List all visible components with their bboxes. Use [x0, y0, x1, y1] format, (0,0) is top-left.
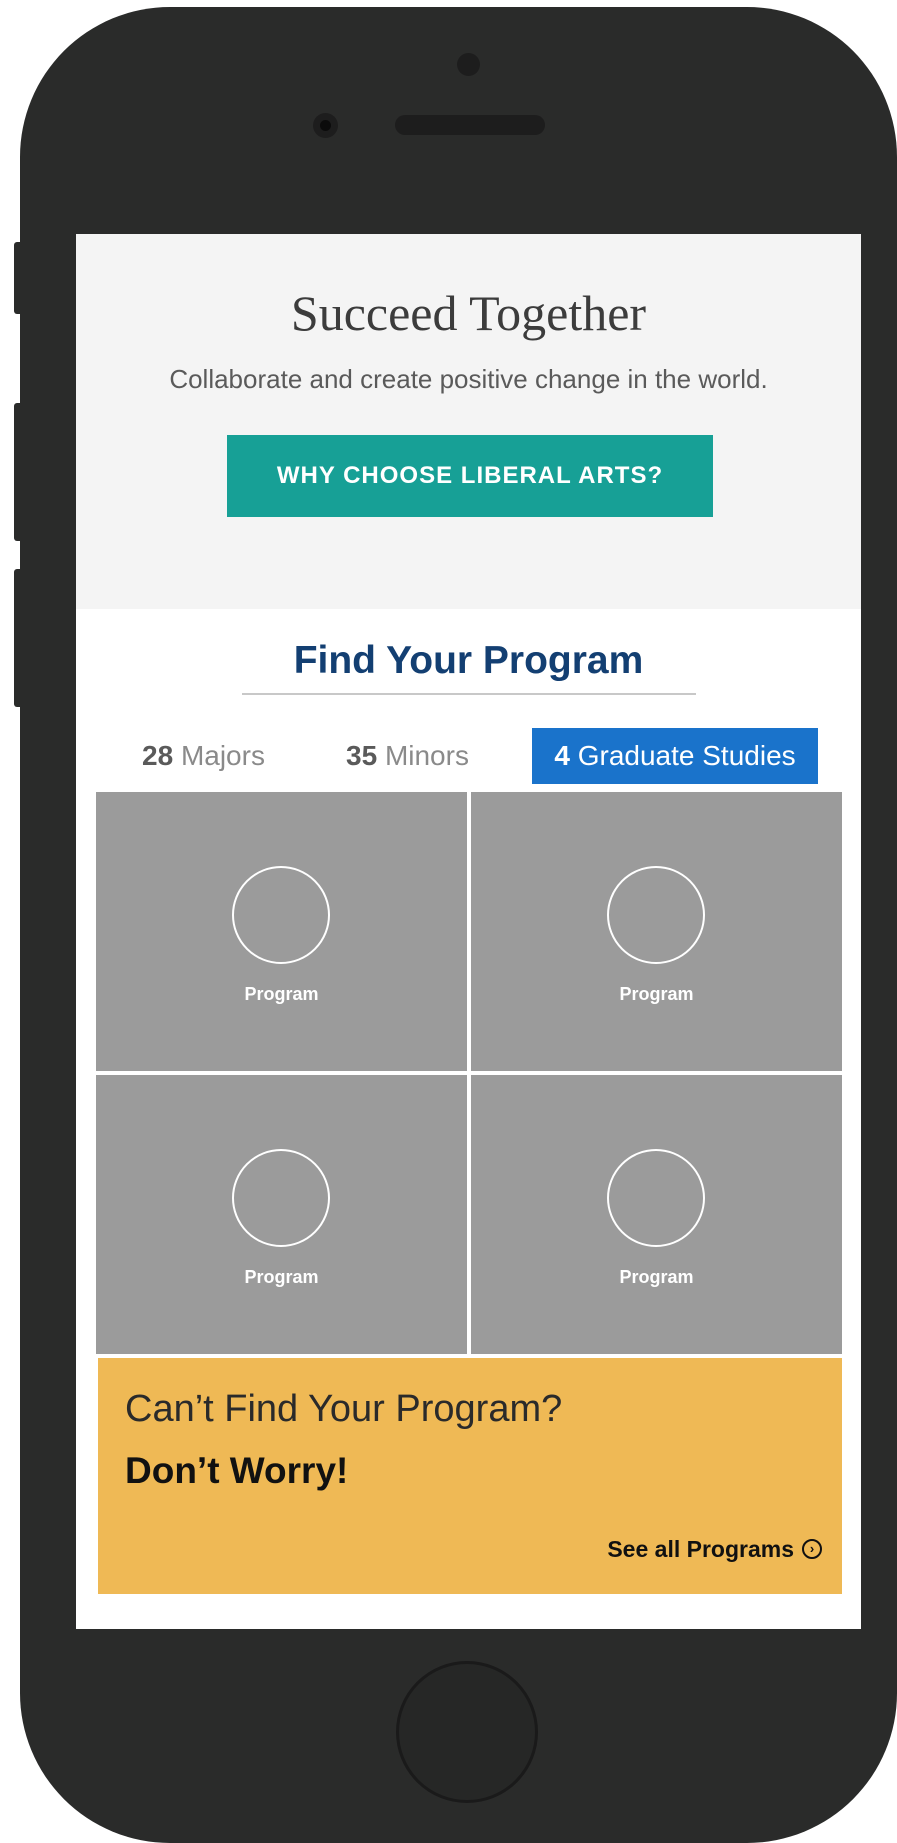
- tab-majors-label: Majors: [180, 740, 265, 771]
- program-tabs: 28 Majors 35 Minors 4 Graduate Studies: [76, 728, 861, 784]
- earpiece-speaker: [395, 115, 545, 135]
- program-placeholder-icon: [607, 866, 705, 964]
- front-camera-icon: [313, 113, 338, 138]
- tab-graduate-label: Graduate Studies: [577, 740, 796, 771]
- program-tile[interactable]: Program: [471, 792, 842, 1071]
- dont-worry-text: Don’t Worry!: [125, 1450, 349, 1491]
- tab-majors-count: 28: [142, 740, 174, 771]
- cant-find-heading: Can’t Find Your Program?: [125, 1388, 563, 1430]
- why-choose-liberal-arts-button[interactable]: WHY CHOOSE LIBERAL ARTS?: [227, 435, 713, 517]
- program-grid: Program Program Program Program: [96, 792, 842, 1354]
- program-tile[interactable]: Program: [471, 1075, 842, 1354]
- tab-graduate-studies[interactable]: 4 Graduate Studies: [532, 728, 818, 784]
- program-placeholder-icon: [607, 1149, 705, 1247]
- heading-divider: [242, 693, 696, 695]
- volume-up-button: [14, 403, 26, 541]
- see-all-programs-label: See all Programs: [607, 1536, 794, 1562]
- program-placeholder-icon: [232, 866, 330, 964]
- program-label: Program: [244, 984, 319, 1004]
- program-label: Program: [619, 1267, 694, 1287]
- find-program-heading: Find Your Program: [293, 639, 644, 682]
- program-tile[interactable]: Program: [96, 792, 467, 1071]
- tab-majors[interactable]: 28 Majors: [142, 728, 265, 784]
- see-all-programs-link[interactable]: See all Programs ›: [607, 1536, 822, 1563]
- program-tile[interactable]: Program: [96, 1075, 467, 1354]
- chevron-right-circle-icon: ›: [802, 1538, 822, 1559]
- tab-minors-label: Minors: [384, 740, 469, 771]
- home-button[interactable]: [396, 1661, 538, 1803]
- mute-switch: [14, 242, 26, 314]
- tab-minors-count: 35: [346, 740, 378, 771]
- hero-subtitle: Collaborate and create positive change i…: [169, 364, 768, 394]
- hero-title: Succeed Together: [290, 285, 647, 341]
- proximity-sensor-icon: [457, 53, 480, 76]
- tab-minors[interactable]: 35 Minors: [346, 728, 469, 784]
- hero-section: Succeed Together Collaborate and create …: [76, 234, 861, 609]
- phone-screen: Succeed Together Collaborate and create …: [76, 234, 861, 1629]
- program-placeholder-icon: [232, 1149, 330, 1247]
- program-label: Program: [244, 1267, 319, 1287]
- volume-down-button: [14, 569, 26, 707]
- tab-graduate-count: 4: [554, 740, 570, 771]
- cant-find-program-panel: Can’t Find Your Program? Don’t Worry! Se…: [98, 1358, 842, 1594]
- program-label: Program: [619, 984, 694, 1004]
